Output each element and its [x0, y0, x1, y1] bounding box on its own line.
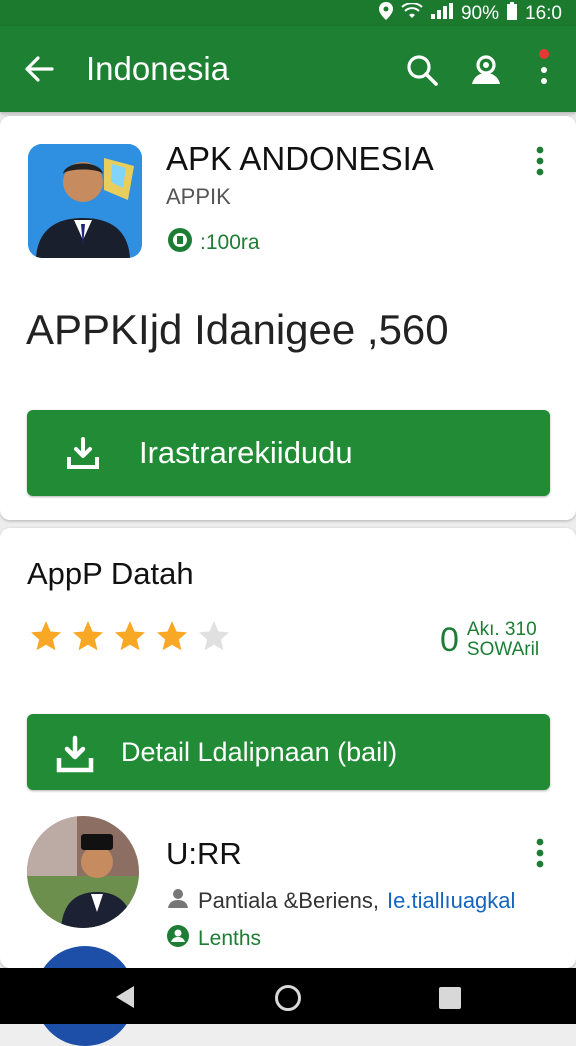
- search-icon[interactable]: [404, 52, 440, 88]
- user-menu-icon[interactable]: [535, 838, 545, 868]
- rating-stars: [28, 618, 232, 654]
- user-circle-icon: [166, 924, 190, 954]
- app-card: APK ANDONESIA APPIK :100ra APPKIjd Idani…: [0, 116, 576, 520]
- app-title: APK ANDONESIA: [166, 140, 434, 177]
- star-icon: [115, 621, 145, 651]
- detail-button-label: Detail Ldalipnaan (bail): [121, 736, 398, 767]
- battery-icon: [507, 2, 518, 26]
- status-bar: 90% 16:0: [0, 0, 576, 26]
- badge-line2: SOWAril: [466, 639, 540, 660]
- detail-button[interactable]: Detail Ldalipnaan (bail): [27, 714, 550, 790]
- location-icon: [378, 2, 393, 26]
- avatar[interactable]: [27, 816, 139, 928]
- user-info-line: Pantiala &Beriens, Ie.tiallıuagkal: [166, 886, 515, 916]
- size-icon: [166, 226, 194, 260]
- page-title: Indonesia: [86, 50, 230, 87]
- app-size: :100ra: [166, 226, 260, 260]
- wifi-icon: [401, 2, 423, 25]
- person-icon: [166, 886, 190, 916]
- app-size-text: :100ra: [200, 231, 260, 254]
- app-menu-icon[interactable]: [535, 146, 545, 176]
- section-title: AppP Datah: [27, 556, 194, 591]
- detail-card: AppP Datah 0 Akı. 310 SOWAril Detail Lda…: [0, 528, 576, 1046]
- more-vert-icon[interactable]: [530, 48, 558, 92]
- user-info-link[interactable]: Ie.tiallıuagkal: [387, 888, 515, 914]
- signal-icon: [430, 3, 453, 25]
- download-icon: [65, 435, 101, 471]
- navigation-bar: [0, 968, 576, 1024]
- status-icons: 90% 16:0: [378, 2, 562, 26]
- app-headline: APPKIjd Idanigee ,560: [26, 306, 449, 353]
- nav-recents-icon[interactable]: [438, 986, 462, 1015]
- nav-back-icon[interactable]: [112, 984, 138, 1015]
- battery-text: 90%: [460, 3, 500, 24]
- user-name: U:RR: [166, 836, 242, 871]
- nav-home-icon[interactable]: [274, 984, 302, 1017]
- install-button-label: Irastrarekiidudu: [139, 435, 353, 470]
- star-icon: [31, 621, 61, 651]
- clock: 16:0: [525, 3, 562, 24]
- app-icon[interactable]: [28, 144, 142, 258]
- badge-line1: Akı. 310: [466, 619, 537, 640]
- app-subtitle: APPIK: [166, 184, 231, 209]
- account-icon[interactable]: [466, 50, 506, 90]
- star-icon: [157, 621, 187, 651]
- download-icon: [55, 734, 94, 773]
- app-bar: Indonesia: [0, 26, 576, 112]
- rating-badge: 0 Akı. 310 SOWAril: [440, 620, 539, 660]
- user-info-text: Pantiala &Beriens,: [198, 888, 379, 913]
- star-icon: [73, 621, 103, 651]
- back-arrow-icon[interactable]: [22, 52, 56, 86]
- badge-mark: 0: [440, 620, 459, 659]
- user-sub-line: Lenths: [166, 924, 261, 954]
- user-sub-text: Lenths: [198, 927, 262, 950]
- star-empty-icon: [199, 621, 229, 651]
- install-button[interactable]: Irastrarekiidudu: [27, 410, 550, 496]
